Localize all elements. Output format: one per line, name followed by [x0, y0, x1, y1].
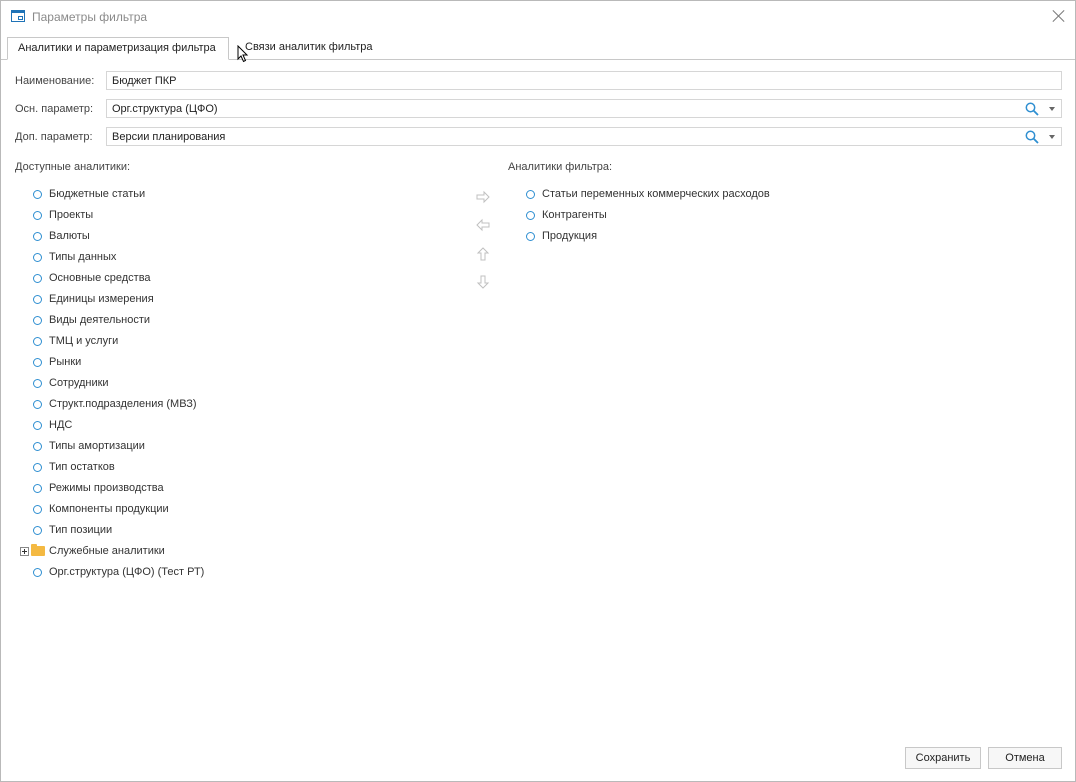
list-item-label: Контрагенты — [542, 209, 607, 221]
folder-item-service-analytics[interactable]: Служебные аналитики — [15, 541, 455, 562]
list-item[interactable]: Режимы производства — [15, 478, 455, 499]
list-item[interactable]: Типы амортизации — [15, 436, 455, 457]
list-item[interactable]: Орг.структура (ЦФО) (Тест РТ) — [15, 562, 455, 583]
list-item-label: Компоненты продукции — [49, 503, 169, 515]
node-circle-icon — [33, 274, 42, 283]
node-circle-icon — [526, 211, 535, 220]
list-item[interactable]: Единицы измерения — [15, 289, 455, 310]
main-param-label: Осн. параметр: — [15, 103, 94, 115]
list-item[interactable]: Виды деятельности — [15, 310, 455, 331]
node-circle-icon — [33, 463, 42, 472]
list-item-label: Сотрудники — [49, 377, 109, 389]
list-item-label: Основные средства — [49, 272, 151, 284]
main-param-combobox[interactable] — [106, 99, 1062, 118]
node-circle-icon — [33, 421, 42, 430]
list-item-label: НДС — [49, 419, 73, 431]
search-icon[interactable] — [1025, 102, 1039, 116]
move-left-icon[interactable] — [475, 217, 491, 233]
node-circle-icon — [33, 295, 42, 304]
list-item[interactable]: Основные средства — [15, 268, 455, 289]
list-item[interactable]: Сотрудники — [15, 373, 455, 394]
filter-analytics-label: Аналитики фильтра: — [508, 161, 613, 173]
list-item-label: Типы данных — [49, 251, 117, 263]
list-item[interactable]: Типы данных — [15, 247, 455, 268]
name-label: Наименование: — [15, 75, 95, 87]
node-circle-icon — [33, 232, 42, 241]
tab-analytics[interactable]: Аналитики и параметризация фильтра — [7, 37, 229, 60]
node-circle-icon — [33, 505, 42, 514]
list-item[interactable]: Тип остатков — [15, 457, 455, 478]
node-circle-icon — [33, 316, 42, 325]
save-button[interactable]: Сохранить — [905, 747, 981, 769]
node-circle-icon — [33, 337, 42, 346]
search-icon[interactable] — [1025, 130, 1039, 144]
list-item[interactable]: Валюты — [15, 226, 455, 247]
list-item[interactable]: Продукция — [508, 226, 1048, 247]
move-right-icon[interactable] — [475, 189, 491, 205]
list-item-label: Орг.структура (ЦФО) (Тест РТ) — [49, 566, 205, 578]
tab-links[interactable]: Связи аналитик фильтра — [235, 37, 383, 59]
list-item-label: Тип остатков — [49, 461, 115, 473]
list-item-label: Виды деятельности — [49, 314, 151, 326]
list-item[interactable]: Проекты — [15, 205, 455, 226]
list-item[interactable]: Рынки — [15, 352, 455, 373]
chevron-down-icon[interactable] — [1049, 135, 1055, 139]
list-item-label: ТМЦ и услуги — [49, 335, 119, 347]
list-item-label: Бюджетные статьи — [49, 188, 146, 200]
list-item[interactable]: Бюджетные статьи — [15, 184, 455, 205]
extra-param-label: Доп. параметр: — [15, 131, 93, 143]
node-circle-icon — [526, 232, 535, 241]
tab-bar: Аналитики и параметризация фильтра Связи… — [1, 37, 1075, 60]
node-circle-icon — [33, 190, 42, 199]
list-item-label: Служебные аналитики — [49, 545, 165, 557]
move-up-icon[interactable] — [475, 246, 491, 262]
node-circle-icon — [33, 526, 42, 535]
available-analytics-list: Бюджетные статьи Проекты Валюты Типы данных… — [15, 184, 455, 583]
title-bar: Параметры фильтра — [1, 1, 1075, 33]
main-param-input[interactable] — [107, 100, 997, 117]
list-item[interactable]: Компоненты продукции — [15, 499, 455, 520]
list-item-label: Тип позиции — [49, 524, 113, 536]
list-item-label: Типы амортизации — [49, 440, 145, 452]
node-circle-icon — [526, 190, 535, 199]
list-item[interactable]: ТМЦ и услуги — [15, 331, 455, 352]
list-item-label: Проекты — [49, 209, 94, 221]
close-icon[interactable] — [1052, 9, 1066, 23]
node-circle-icon — [33, 442, 42, 451]
node-circle-icon — [33, 253, 42, 262]
list-item-label: Единицы измерения — [49, 293, 154, 305]
list-item[interactable]: Контрагенты — [508, 205, 1048, 226]
list-item-label: Продукция — [542, 230, 598, 242]
list-item[interactable]: НДС — [15, 415, 455, 436]
mouse-cursor-icon — [237, 45, 249, 63]
name-input[interactable] — [107, 72, 997, 89]
node-circle-icon — [33, 211, 42, 220]
extra-param-combobox[interactable] — [106, 127, 1062, 146]
available-analytics-label: Доступные аналитики: — [15, 161, 131, 173]
move-down-icon[interactable] — [475, 274, 491, 290]
list-item[interactable]: Статьи переменных коммерческих расходов — [508, 184, 1048, 205]
filter-analytics-list: Статьи переменных коммерческих расходов К… — [508, 184, 1048, 247]
window-icon — [11, 10, 25, 22]
node-circle-icon — [33, 484, 42, 493]
node-circle-icon — [33, 379, 42, 388]
node-circle-icon — [33, 568, 42, 577]
name-field[interactable] — [106, 71, 1062, 90]
node-circle-icon — [33, 358, 42, 367]
chevron-down-icon[interactable] — [1049, 107, 1055, 111]
window-title: Параметры фильтра — [32, 10, 148, 24]
list-item-label: Режимы производства — [49, 482, 164, 494]
folder-icon — [31, 544, 45, 556]
filter-params-dialog: Параметры фильтра Аналитики и параметриз… — [0, 0, 1076, 782]
list-item[interactable]: Структ.подразделения (МВЗ) — [15, 394, 455, 415]
extra-param-input[interactable] — [107, 128, 997, 145]
node-circle-icon — [33, 400, 42, 409]
list-item-label: Статьи переменных коммерческих расходов — [542, 188, 770, 200]
expand-plus-icon[interactable] — [20, 547, 29, 556]
list-item-label: Структ.подразделения (МВЗ) — [49, 398, 197, 410]
list-item[interactable]: Тип позиции — [15, 520, 455, 541]
list-item-label: Рынки — [49, 356, 82, 368]
list-item-label: Валюты — [49, 230, 90, 242]
cancel-button[interactable]: Отмена — [988, 747, 1062, 769]
